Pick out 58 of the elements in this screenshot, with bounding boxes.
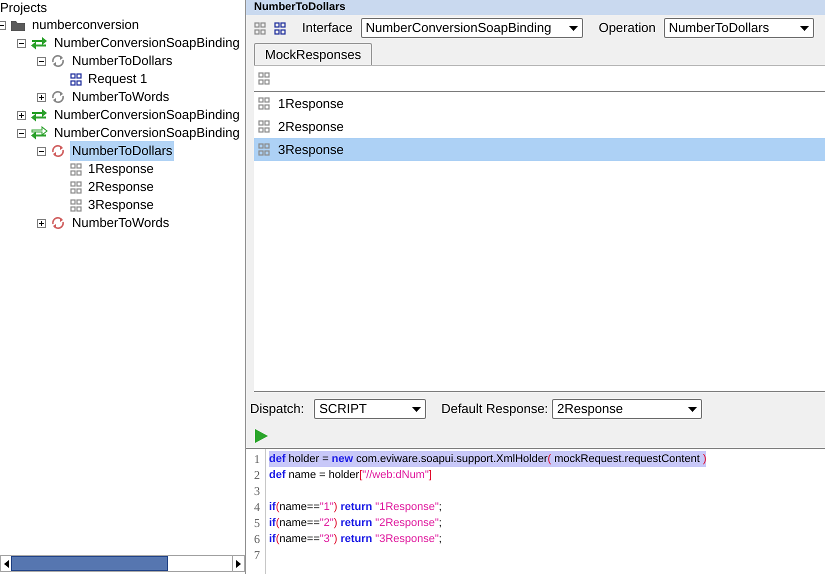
run-icon[interactable] [255, 429, 268, 443]
tree-header: Projects [0, 0, 47, 16]
line-number: 5 [253, 515, 261, 531]
response-item[interactable]: 2Response [254, 115, 825, 138]
operation-label: Operation [598, 19, 656, 38]
tab[interactable]: MockResponses [254, 43, 372, 65]
tree-item[interactable]: numberconversion [30, 15, 141, 35]
cycle-arrows-icon [50, 90, 66, 104]
response-item[interactable]: 3Response [254, 138, 825, 161]
dropdown[interactable]: SCRIPT [314, 399, 426, 419]
editor-title: NumberToDollars [254, 1, 346, 14]
caret-icon [800, 26, 809, 30]
interface-label: Interface [302, 19, 353, 38]
tree-item[interactable]: 1Response [86, 159, 156, 179]
collapse-icon[interactable] [16, 38, 26, 48]
caret-icon [412, 406, 422, 412]
line-number: 2 [253, 467, 261, 483]
arrows-icon [30, 36, 48, 50]
folder-icon [10, 18, 26, 32]
tree-item[interactable]: NumberConversionSoapBinding [52, 123, 242, 143]
horizontal-scrollbar[interactable] [0, 555, 245, 572]
expand-icon[interactable] [36, 218, 46, 228]
tree-item[interactable]: NumberToDollars [70, 141, 174, 161]
cycle-arrows-icon [50, 144, 66, 158]
tree-item[interactable]: NumberConversionSoapBinding [52, 33, 242, 53]
left-arrow-icon[interactable] [4, 560, 8, 568]
cycle-arrows-icon [50, 54, 66, 68]
collapse-icon[interactable] [16, 128, 26, 138]
line-number: 6 [253, 531, 261, 547]
tree-item[interactable]: NumberToWords [70, 213, 172, 233]
collapse-icon[interactable] [36, 146, 46, 156]
tree-item[interactable]: NumberConversionSoapBinding [52, 105, 242, 125]
cycle-arrows-icon [50, 216, 66, 230]
right-arrow-icon[interactable] [236, 560, 241, 568]
tree-item[interactable]: NumberToDollars [70, 51, 174, 71]
caret-icon [568, 26, 578, 30]
default-response-label: Default Response: [441, 400, 548, 418]
expand-icon[interactable] [16, 110, 26, 120]
dropdown[interactable]: NumberConversionSoapBinding [360, 18, 583, 38]
dropdown[interactable]: NumberToDollars [664, 18, 814, 38]
dispatch-label: Dispatch: [250, 400, 304, 418]
caret-icon [688, 406, 698, 412]
scrollbar-thumb[interactable] [11, 556, 168, 571]
tree-item[interactable]: 3Response [86, 195, 156, 215]
line-number: 7 [253, 547, 261, 563]
expand-icon[interactable] [36, 92, 46, 102]
line-number: 3 [253, 483, 261, 499]
collapse-icon[interactable] [36, 56, 46, 66]
script-editor[interactable] [246, 448, 825, 574]
arrows-icon [30, 108, 48, 122]
line-number: 1 [253, 451, 261, 467]
response-item[interactable]: 1Response [254, 92, 825, 115]
tree-item[interactable]: NumberToWords [70, 87, 172, 107]
dropdown[interactable]: 2Response [552, 399, 702, 419]
tree-item[interactable]: Request 1 [86, 69, 150, 89]
arrows-icon [30, 126, 48, 140]
line-number: 4 [253, 499, 261, 515]
tree-item[interactable]: 2Response [86, 177, 156, 197]
